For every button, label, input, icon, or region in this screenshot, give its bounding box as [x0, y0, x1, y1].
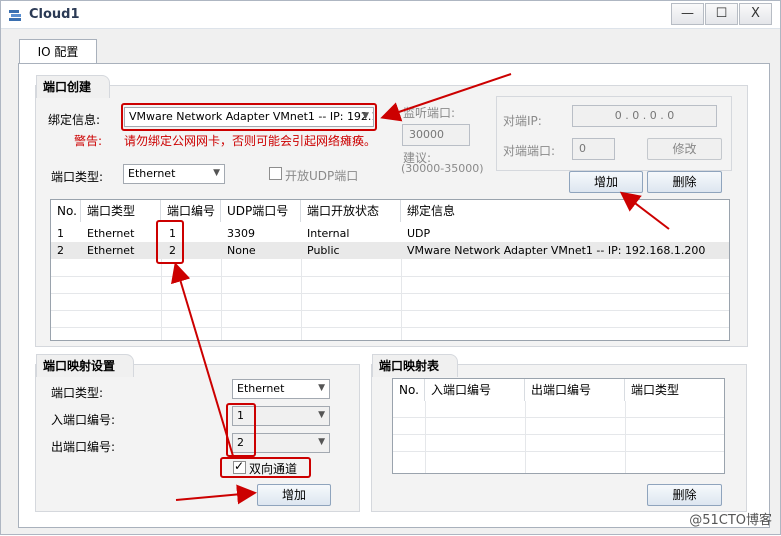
annotation-arrow-port-numbers [171, 262, 234, 457]
annotation-arrows [171, 73, 670, 505]
annotation-arrow-add-port [619, 191, 670, 230]
annotation-arrow-add-mapping [175, 484, 257, 505]
cloud1-window: Cloud1 — ☐ X IO 配置 端口创建 绑定信息: VMware Net… [0, 0, 781, 535]
annotation-arrow-bind-select [380, 73, 512, 122]
watermark: @51CTO博客 [689, 513, 772, 528]
